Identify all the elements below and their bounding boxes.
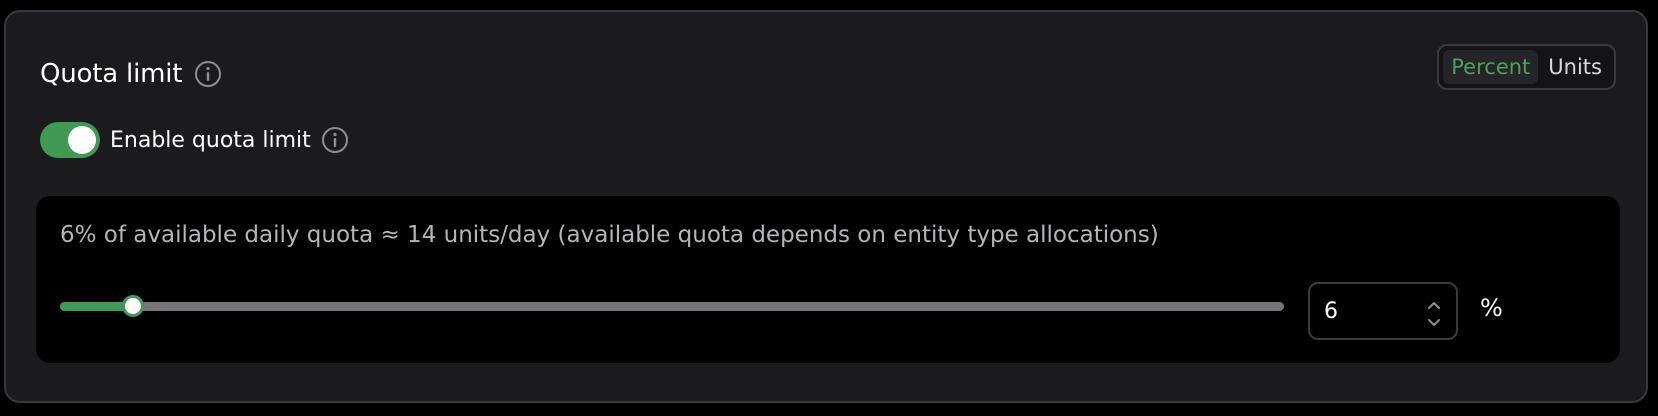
chevron-down-icon[interactable]: [1426, 314, 1442, 326]
enable-row: Enable quota limit: [40, 120, 349, 160]
title-row: Quota limit: [40, 54, 222, 94]
quota-panel: 6% of available daily quota ≈ 14 units/d…: [36, 196, 1620, 363]
quota-input[interactable]: [1310, 297, 1426, 325]
quota-number-field: [1308, 282, 1458, 340]
quota-limit-card: Quota limit Percent Units Enable quota l…: [4, 10, 1648, 403]
slider-track: [60, 302, 1284, 311]
percent-option[interactable]: Percent: [1443, 50, 1539, 84]
enable-quota-switch[interactable]: [40, 122, 100, 158]
percent-units-toggle: Percent Units: [1437, 44, 1616, 90]
quota-stepper: [1426, 296, 1442, 326]
quota-description: 6% of available daily quota ≈ 14 units/d…: [60, 222, 1159, 248]
unit-label: %: [1480, 294, 1503, 322]
slider-thumb[interactable]: [122, 295, 144, 317]
enable-quota-label: Enable quota limit: [110, 127, 311, 153]
chevron-up-icon[interactable]: [1426, 296, 1442, 309]
card-title: Quota limit: [40, 59, 183, 89]
info-icon[interactable]: [321, 126, 349, 154]
info-icon[interactable]: [194, 60, 222, 88]
units-option[interactable]: Units: [1540, 50, 1610, 84]
quota-slider[interactable]: [60, 292, 1284, 320]
switch-knob: [68, 126, 96, 154]
